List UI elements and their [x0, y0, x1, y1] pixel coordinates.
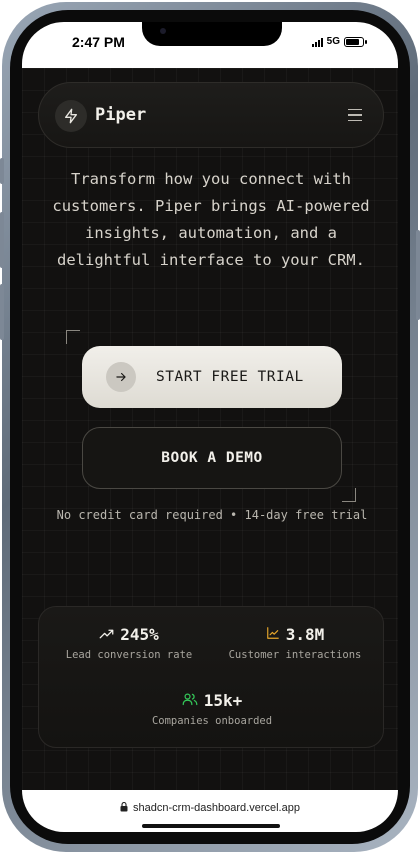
stat-value: 3.8M	[285, 625, 325, 644]
book-demo-button[interactable]: BOOK A DEMO	[82, 427, 342, 489]
corner-bracket-bottom-right	[342, 488, 356, 502]
brand-name[interactable]: Piper	[95, 105, 146, 125]
notch	[142, 22, 282, 46]
stat-companies-onboarded: 15k+ Companies onboarded	[127, 691, 297, 727]
status-bar: 2:47 PM 5G	[22, 22, 398, 68]
volume-up-button	[0, 212, 4, 268]
stat-customer-interactions: 3.8M Customer interactions	[215, 625, 375, 661]
volume-down-button	[0, 284, 4, 340]
stat-value: 245%	[120, 625, 159, 644]
trial-note: No credit card required • 14-day free tr…	[56, 508, 368, 522]
stat-label: Companies onboarded	[151, 715, 273, 727]
phone-screen: 2:47 PM 5G Piper Transform how you conne…	[22, 22, 398, 832]
trending-up-icon	[99, 625, 114, 644]
status-indicators: 5G	[311, 36, 367, 47]
home-indicator[interactable]	[142, 824, 280, 828]
lock-icon	[120, 799, 128, 817]
arrow-right-icon	[106, 362, 136, 392]
url-text[interactable]: shadcn-crm-dashboard.vercel.app	[133, 802, 300, 814]
stats-card: 245% Lead conversion rate 3.8M Customer …	[38, 606, 384, 748]
power-button	[416, 230, 420, 320]
stat-label: Customer interactions	[228, 649, 362, 661]
app-viewport: Piper Transform how you connect with cus…	[22, 68, 398, 790]
navbar: Piper	[38, 82, 384, 148]
users-icon	[182, 691, 198, 710]
start-free-trial-button[interactable]: START FREE TRIAL	[82, 346, 342, 408]
corner-bracket-top-left	[66, 330, 80, 344]
browser-url-bar[interactable]: shadcn-crm-dashboard.vercel.app	[22, 790, 398, 832]
chart-icon	[266, 625, 280, 644]
bolt-icon[interactable]	[55, 100, 87, 132]
start-free-trial-label: START FREE TRIAL	[156, 369, 304, 385]
stat-label: Lead conversion rate	[65, 649, 193, 661]
network-type: 5G	[326, 36, 340, 47]
stat-lead-conversion: 245% Lead conversion rate	[49, 625, 209, 661]
stat-value: 15k+	[203, 691, 243, 710]
camera-icon	[160, 28, 166, 34]
hero-description: Transform how you connect with customers…	[52, 170, 370, 269]
mute-switch	[0, 158, 4, 184]
status-time: 2:47 PM	[72, 34, 125, 50]
signal-icon	[311, 37, 323, 47]
book-demo-label: BOOK A DEMO	[161, 450, 263, 466]
hamburger-menu-icon[interactable]	[345, 105, 365, 125]
battery-icon	[344, 36, 367, 47]
